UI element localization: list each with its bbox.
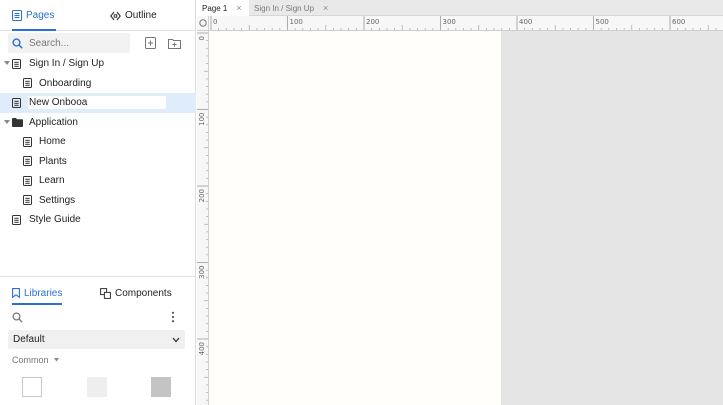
tab-components[interactable]: Components [100, 281, 172, 305]
doc-tab-sign-in-sign-up[interactable]: Sign In / Sign Up × [249, 0, 337, 16]
ruler-label: 600 [672, 18, 685, 26]
library-category-label: Common [12, 355, 49, 365]
library-swatch-light-gray[interactable] [87, 377, 107, 397]
ruler-label: 100 [290, 18, 303, 26]
caret-down-icon[interactable] [4, 119, 10, 125]
tree-item-onboarding[interactable]: Onboarding [0, 74, 196, 94]
tab-active-underline [12, 29, 57, 31]
tree-item-style-guide[interactable]: Style Guide [0, 210, 196, 230]
tab-active-underline [12, 303, 63, 305]
library-swatch-white[interactable] [22, 377, 42, 397]
tab-outline[interactable]: Outline [110, 0, 157, 31]
tree-item-plants[interactable]: Plants [0, 152, 196, 172]
ruler-label: 500 [596, 18, 609, 26]
page-icon [23, 78, 32, 89]
library-category-dropdown[interactable]: Common [12, 355, 59, 365]
page-icon [12, 214, 21, 225]
folder-icon [12, 117, 23, 127]
tree-item-sign-in-sign-up[interactable]: Sign In / Sign Up [0, 54, 196, 74]
add-page-icon [144, 37, 156, 49]
search-icon [12, 37, 23, 49]
pages-search-box [8, 33, 130, 53]
caret-down-icon [53, 358, 59, 362]
close-icon[interactable]: × [323, 3, 328, 13]
ruler-label: 400 [198, 342, 206, 355]
doc-tab-label: Page 1 [202, 3, 228, 13]
pages-tree: Sign In / Sign Up Onboarding Application [0, 54, 196, 230]
pages-search-row [8, 33, 190, 53]
library-select-value: Default [13, 334, 45, 345]
add-folder-button[interactable] [165, 34, 183, 52]
tree-item-label: Settings [39, 194, 76, 206]
close-icon[interactable]: × [236, 3, 241, 13]
add-page-button[interactable] [141, 34, 159, 52]
tree-item-home[interactable]: Home [0, 132, 196, 152]
horizontal-ruler[interactable]: 0 100 200 300 400 500 600 [209, 16, 723, 31]
page-icon [12, 58, 21, 69]
tree-item-label: Plants [39, 155, 67, 167]
ruler-label: 400 [519, 18, 532, 26]
ruler-label: 200 [366, 18, 379, 26]
bookmark-icon [12, 288, 20, 298]
tab-pages-label: Pages [26, 10, 55, 21]
horizontal-ruler-ticks: 0 100 200 300 400 500 600 [210, 16, 717, 30]
ruler-label: 100 [198, 113, 206, 126]
page-icon [12, 97, 21, 108]
page-icon [12, 10, 22, 21]
search-icon[interactable] [12, 312, 23, 323]
add-folder-icon [167, 38, 181, 49]
vertical-ruler-ticks: 0 100 200 300 400 [197, 32, 208, 401]
tree-item-new-page-editing[interactable] [0, 93, 196, 113]
tab-components-label: Components [115, 287, 172, 299]
library-select[interactable]: Default [8, 330, 185, 349]
tab-pages[interactable]: Pages [12, 0, 57, 31]
tree-item-application[interactable]: Application [0, 113, 196, 133]
ruler-label: 300 [198, 266, 206, 279]
tree-item-label: Home [39, 136, 66, 148]
library-swatch-gray[interactable] [151, 377, 171, 397]
vertical-ruler[interactable]: 0 100 200 300 400 [197, 31, 209, 405]
left-panel: Pages Outline Search... Sign In / Sign U… [0, 0, 196, 405]
pasteboard-area[interactable] [501, 31, 723, 405]
tree-item-label: Style Guide [29, 214, 81, 226]
page-icon [23, 136, 32, 147]
tab-libraries-label: Libraries [24, 287, 63, 299]
artboard-canvas[interactable] [209, 31, 501, 405]
rename-page-input[interactable] [28, 96, 166, 109]
tab-outline-label: Outline [125, 10, 157, 21]
tree-item-label: Sign In / Sign Up [29, 58, 105, 70]
doc-tab-label: Sign In / Sign Up [254, 3, 315, 13]
libraries-components-tabbar: Libraries Components [0, 281, 196, 305]
tab-libraries[interactable]: Libraries [12, 281, 63, 305]
ruler-origin-icon [198, 19, 207, 27]
components-icon [100, 287, 111, 299]
ruler-label: 0 [213, 18, 217, 26]
tree-item-label: Application [29, 116, 78, 128]
ruler-label: 300 [443, 18, 456, 26]
page-icon [23, 156, 32, 167]
doc-tab-page-1[interactable]: Page 1 × [197, 0, 249, 16]
pages-outline-tabbar: Pages Outline [0, 0, 196, 31]
library-search-row [8, 309, 188, 327]
page-icon [23, 175, 32, 186]
chevron-down-icon [172, 335, 180, 346]
tree-item-learn[interactable]: Learn [0, 171, 196, 191]
caret-down-icon[interactable] [4, 61, 10, 67]
more-options-icon[interactable] [171, 311, 175, 323]
tree-item-settings[interactable]: Settings [0, 191, 196, 211]
pages-search-input[interactable] [29, 37, 129, 49]
tree-item-label: Learn [39, 175, 65, 187]
ruler-label: 0 [198, 36, 206, 40]
panel-divider[interactable] [0, 276, 196, 277]
tree-item-label: Onboarding [39, 77, 92, 89]
outline-icon [110, 11, 121, 21]
ruler-corner[interactable] [197, 16, 209, 31]
page-icon [23, 195, 32, 206]
ruler-label: 200 [198, 189, 206, 202]
document-tabbar: Page 1 × Sign In / Sign Up × [197, 0, 723, 16]
